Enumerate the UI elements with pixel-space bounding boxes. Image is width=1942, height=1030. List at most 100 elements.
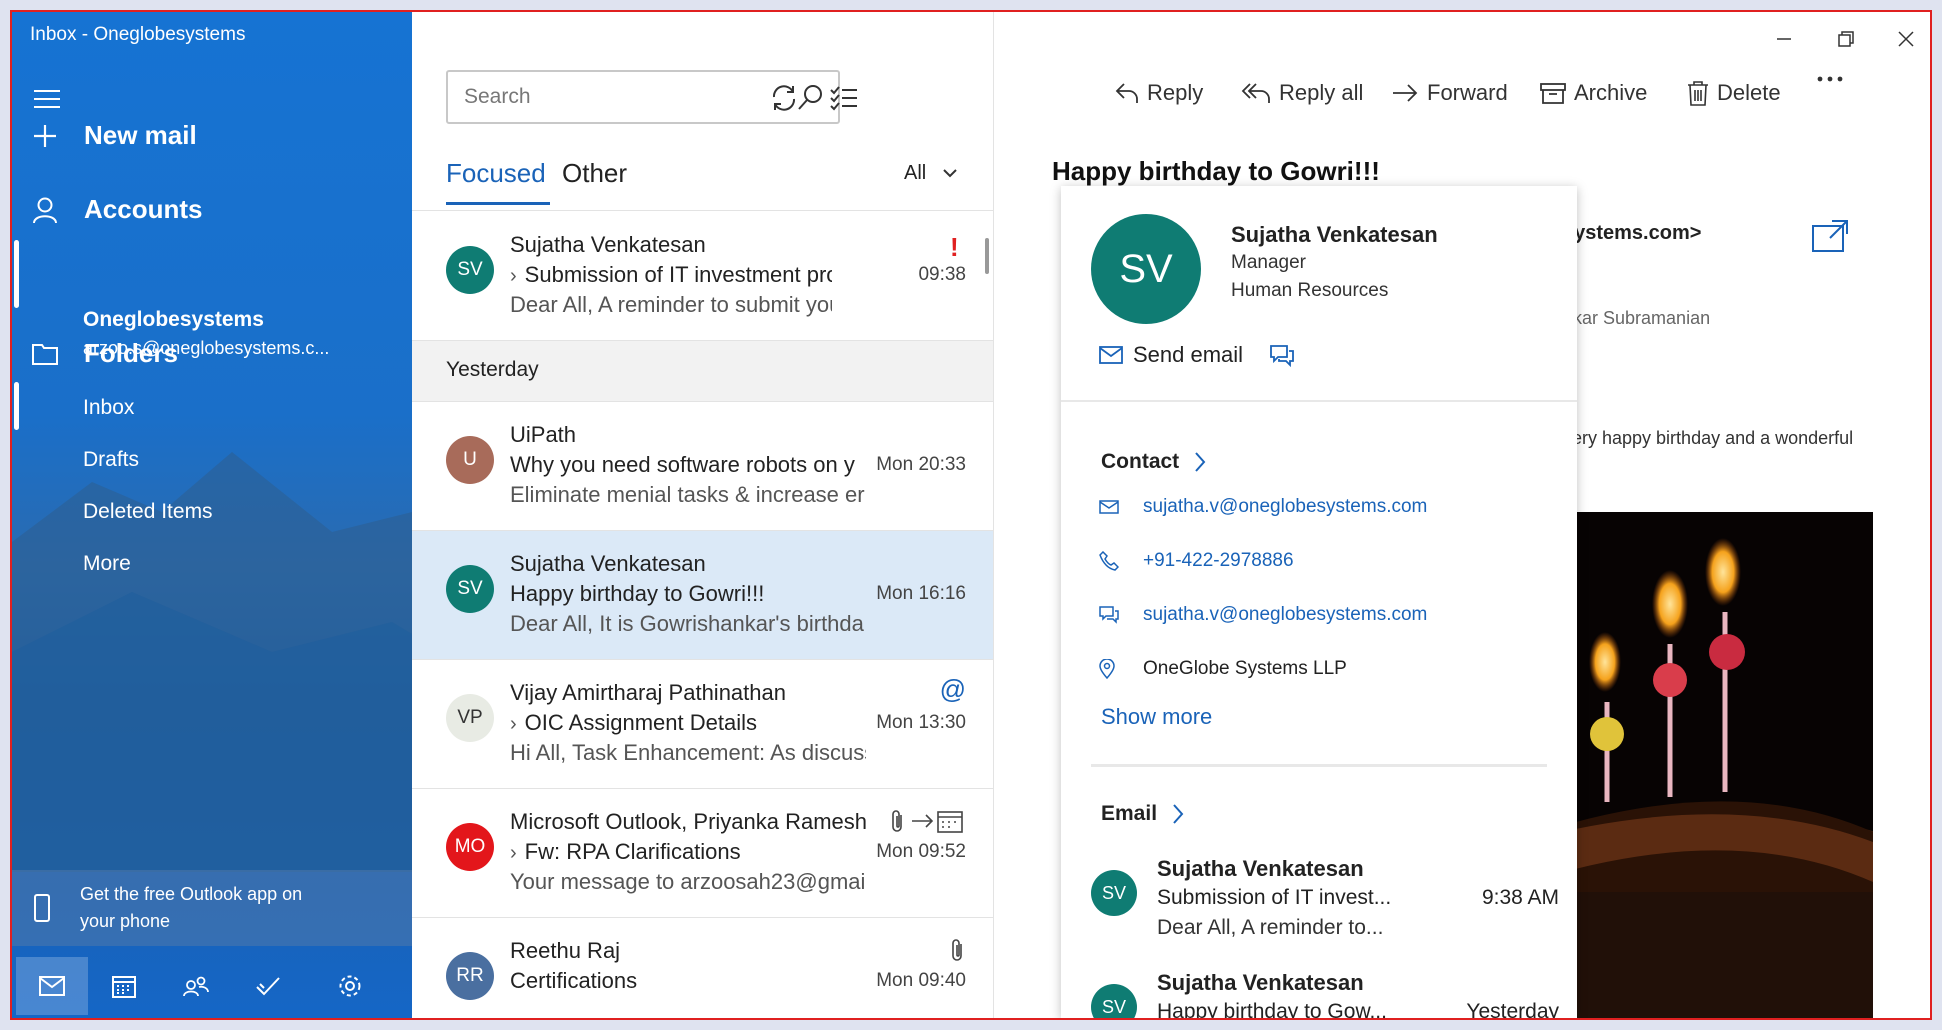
recent-email-sender: Sujatha Venkatesan	[1157, 970, 1364, 995]
recent-email-item[interactable]: SV Sujatha Venkatesan Happy birthday to …	[1091, 970, 1561, 1018]
new-mail-label: New mail	[84, 120, 197, 150]
recent-email-preview: Dear All, A reminder to...	[1157, 916, 1384, 939]
divider	[412, 210, 993, 211]
contact-phone-row[interactable]: +91-422-2978886	[1099, 550, 1294, 572]
timestamp: Mon 20:33	[876, 454, 966, 475]
tab-focused[interactable]: Focused	[446, 158, 546, 189]
selection-mode-button[interactable]	[826, 80, 862, 116]
chat-icon	[1270, 345, 1294, 368]
list-item[interactable]: SV Sujatha Venkatesan › Submission of IT …	[412, 212, 993, 340]
archive-button[interactable]: Archive	[1540, 80, 1647, 106]
close-icon	[1898, 31, 1914, 47]
folder-deleted-items[interactable]: Deleted Items	[83, 500, 213, 524]
minimize-icon	[1777, 38, 1791, 40]
people-switch-button[interactable]	[160, 957, 232, 1015]
status-icons	[890, 809, 966, 838]
body-text-partial: very happy birthday and a wonderful	[1563, 428, 1854, 448]
more-actions-button[interactable]	[1817, 76, 1851, 82]
minimize-button[interactable]	[1764, 22, 1804, 56]
list-item[interactable]: U UiPath Why you need software robots on…	[412, 402, 993, 530]
list-item[interactable]: RR Reethu Raj Certifications Mon 09:40	[412, 918, 993, 1018]
phone-icon	[1099, 551, 1123, 571]
email-header-label: Email	[1101, 802, 1158, 825]
avatar: RR	[446, 952, 494, 1000]
app-window: Inbox - Oneglobesystems New mail Account…	[10, 10, 1932, 1020]
chevron-down-icon	[943, 169, 957, 178]
tab-other[interactable]: Other	[562, 158, 627, 189]
email-section-header[interactable]: Email	[1101, 802, 1185, 826]
send-email-button[interactable]: Send email	[1099, 342, 1243, 368]
chat-icon	[1099, 606, 1123, 624]
people-icon	[183, 976, 209, 997]
recipient-partial: nkar Subramanian	[1563, 308, 1711, 328]
subject: › OIC Assignment Details	[510, 710, 757, 735]
reply-all-label: Reply all	[1279, 80, 1364, 105]
sync-button[interactable]	[766, 80, 802, 116]
trash-icon	[1688, 81, 1708, 106]
chevron-right-icon: ›	[510, 842, 517, 864]
new-mail-button[interactable]: New mail	[30, 120, 197, 151]
close-button[interactable]	[1886, 22, 1926, 56]
show-more-link[interactable]: Show more	[1101, 704, 1212, 730]
sync-icon	[772, 85, 796, 111]
contact-email: sujatha.v@oneglobesystems.com	[1143, 496, 1428, 517]
contact-header-label: Contact	[1101, 450, 1180, 473]
chevron-right-icon: ›	[510, 713, 517, 735]
avatar: SV	[1091, 984, 1137, 1018]
contact-section-header[interactable]: Contact	[1101, 450, 1207, 474]
archive-label: Archive	[1574, 80, 1648, 105]
contact-email-row[interactable]: sujatha.v@oneglobesystems.com	[1099, 496, 1427, 518]
scrollbar[interactable]	[985, 238, 989, 274]
list-item-selected[interactable]: SV Sujatha Venkatesan Happy birthday to …	[412, 531, 993, 659]
avatar: SV	[1091, 870, 1137, 916]
contact-im-row[interactable]: sujatha.v@oneglobesystems.com	[1099, 604, 1427, 626]
calendar-switch-button[interactable]	[88, 957, 160, 1015]
settings-button[interactable]	[314, 957, 386, 1015]
group-header-yesterday: Yesterday	[412, 341, 993, 401]
avatar: SV	[446, 565, 494, 613]
window-title: Inbox - Oneglobesystems	[30, 24, 246, 45]
folder-more[interactable]: More	[83, 552, 131, 576]
reply-button[interactable]: Reply	[1115, 80, 1203, 106]
subject: ›Submission of IT investment proof and	[510, 262, 832, 287]
contact-card: SV Sujatha Venkatesan Manager Human Reso…	[1061, 186, 1577, 1018]
accounts-button[interactable]: Accounts	[30, 194, 202, 225]
folder-drafts[interactable]: Drafts	[83, 448, 139, 472]
menu-icon[interactable]	[34, 90, 60, 114]
timestamp: Mon 09:52	[876, 841, 966, 862]
filter-dropdown[interactable]: All	[904, 162, 958, 185]
calendar-icon	[112, 976, 136, 998]
popout-icon[interactable]	[1812, 220, 1848, 252]
avatar: U	[446, 436, 494, 484]
subject: Happy birthday to Gowri!!!	[510, 581, 765, 606]
chevron-right-icon: ›	[510, 265, 517, 287]
contact-name: Sujatha Venkatesan	[1231, 222, 1438, 247]
reply-icon	[1115, 83, 1138, 103]
mail-icon	[1099, 346, 1123, 364]
subject: Why you need software robots on y	[510, 452, 855, 477]
forward-button[interactable]: Forward	[1391, 80, 1508, 106]
preview: Your message to arzoosah23@gmai	[510, 869, 866, 894]
reply-label: Reply	[1147, 80, 1204, 105]
reply-all-button[interactable]: Reply all	[1241, 80, 1363, 106]
todo-switch-button[interactable]	[232, 957, 304, 1015]
list-item[interactable]: MO Microsoft Outlook, Priyanka Ramesh › F…	[412, 789, 993, 917]
preview: Hi All, Task Enhancement: As discuss	[510, 740, 866, 765]
delete-button[interactable]: Delete	[1687, 80, 1781, 106]
timestamp: Mon 13:30	[876, 712, 966, 733]
contact-company-row: OneGlobe Systems LLP	[1099, 658, 1347, 680]
message-title: Happy birthday to Gowri!!!	[1052, 156, 1380, 186]
outlook-app-promo[interactable]: Get the free Outlook app on your phone	[12, 870, 412, 946]
list-item[interactable]: VP Vijay Amirtharaj Pathinathan › OIC Ass…	[412, 660, 993, 788]
filter-label: All	[904, 162, 927, 184]
recent-email-item[interactable]: SV Sujatha Venkatesan Submission of IT i…	[1091, 856, 1561, 952]
folders-button[interactable]: Folders	[30, 338, 178, 369]
preview: Dear All, It is Gowrishankar's birthda	[510, 611, 864, 636]
restore-button[interactable]	[1826, 22, 1866, 56]
plus-icon	[30, 121, 60, 151]
mail-switch-button[interactable]	[16, 957, 88, 1015]
chat-button[interactable]	[1269, 344, 1295, 373]
folder-inbox[interactable]: Inbox	[83, 396, 134, 420]
more-icon	[1817, 76, 1843, 82]
recent-email-subject: Submission of IT invest...	[1157, 886, 1392, 909]
